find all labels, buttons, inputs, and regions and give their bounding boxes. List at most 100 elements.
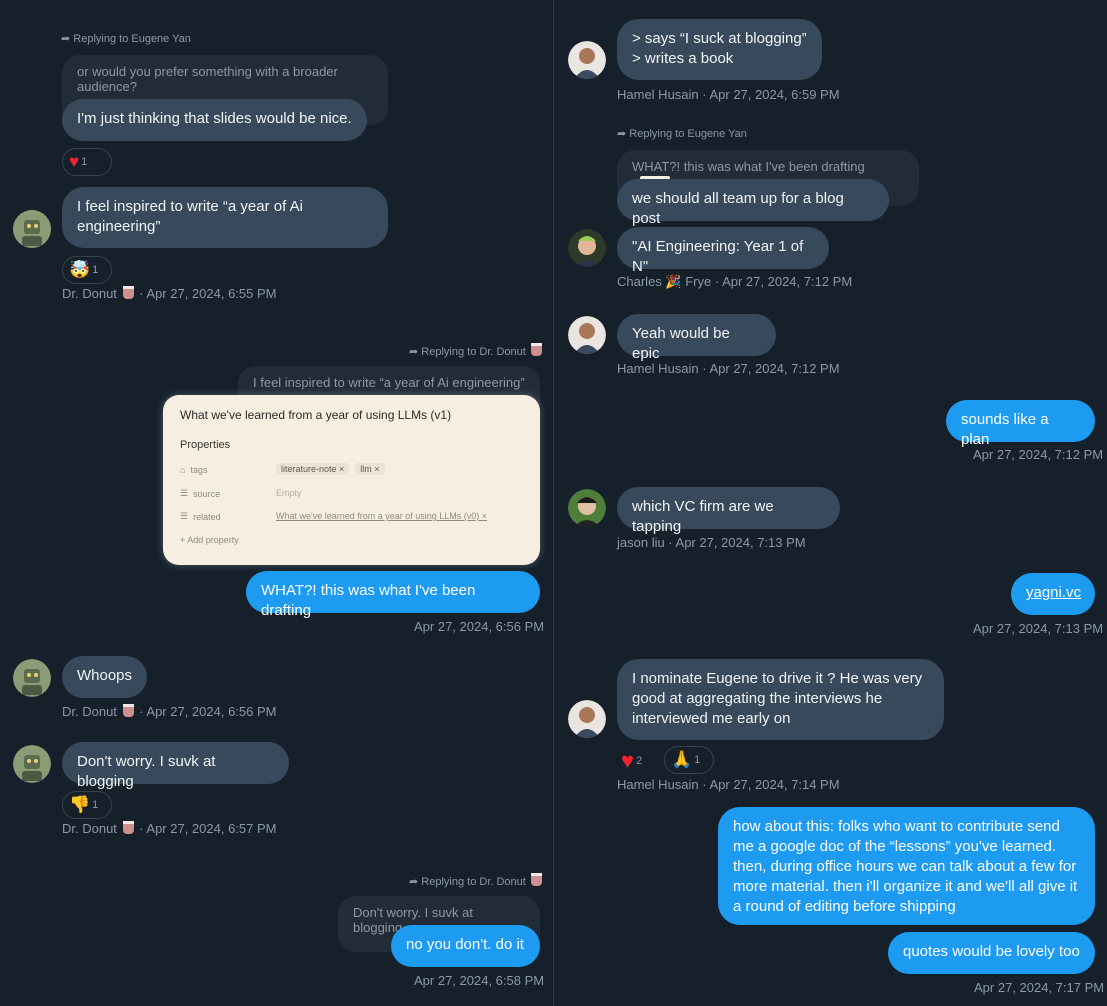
person-avatar-icon [568,229,606,267]
robot-avatar-icon [13,210,51,248]
timestamp: Apr 27, 2024, 7:17 PM [974,980,1105,995]
praying-hands-icon: 🙏 [671,750,693,769]
reaction-praying-hands[interactable]: 🙏 1 [664,746,714,774]
sender-name[interactable]: Dr. Donut [62,704,117,719]
tag-chip: llm × [355,463,385,475]
property-row: ⌂ tags [180,465,207,475]
message-meta: Dr. Donut · Apr 27, 2024, 6:56 PM [62,704,276,719]
reply-arrow-icon: ➦ [617,128,627,140]
message-bubble[interactable]: quotes would be lovely too [888,932,1095,974]
message-bubble[interactable]: "AI Engineering: Year 1 of N" [617,227,829,275]
timestamp: · Apr 27, 2024, 6:57 PM [139,821,277,836]
message-text: I nominate Eugene to drive it ? He was v… [632,670,923,727]
list-icon: ☰ [180,488,189,498]
message-bubble[interactable]: I nominate Eugene to drive it ? He was v… [617,659,944,740]
reaction-heart[interactable]: ♥ 1 [62,148,112,176]
property-key: related [193,511,221,522]
timestamp: Apr 27, 2024, 7:12 PM [973,447,1104,462]
message-bubble[interactable]: I feel inspired to write “a year of Ai e… [62,187,388,248]
message-meta: jason liu · Apr 27, 2024, 7:13 PM [617,535,806,550]
reply-label-text: Replying to Dr. Donut [421,346,526,358]
avatar-dr-donut[interactable] [13,745,51,783]
sender-name[interactable]: Charles [617,274,662,289]
message-bubble[interactable]: WHAT?! this was what I've been drafting [246,571,540,619]
thumbs-down-icon: 👎 [69,795,91,814]
property-value: literature-note × llm × [276,463,385,475]
reaction-mind-blown[interactable]: 🤯 1 [62,256,112,284]
message-meta: Hamel Husain · Apr 27, 2024, 7:14 PM [617,777,840,792]
reply-context: ➦ Replying to Eugene Yan [617,127,747,140]
reply-context: ➦ Replying to Dr. Donut [409,343,544,358]
message-text: no you don't. do it [406,936,524,953]
sender-name[interactable]: Frye [685,274,711,289]
message-text: sounds like a plan [961,411,1049,448]
sender-name[interactable]: Dr. Donut [62,821,117,836]
message-bubble[interactable]: yagni.vc [1011,573,1095,615]
quoted-text: I feel inspired to write “a year of Ai e… [253,375,525,390]
reaction-count: 2 [636,755,643,767]
message-bubble[interactable]: which VC firm are we tapping [617,487,840,535]
message-bubble[interactable]: I'm just thinking that slides would be n… [62,99,367,141]
avatar-hamel-husain[interactable] [568,316,606,354]
avatar-hamel-husain[interactable] [568,41,606,79]
timestamp: Apr 27, 2024, 7:13 PM [973,621,1104,636]
message-bubble[interactable]: no you don't. do it [391,925,540,967]
tag-chip: literature-note × [276,463,350,475]
quoted-text: or would you prefer something with a bro… [77,64,338,94]
cup-icon [530,873,542,886]
properties-heading: Properties [180,439,231,451]
message-bubble[interactable]: sounds like a plan [946,400,1095,448]
avatar-hamel-husain[interactable] [568,700,606,738]
message-text: WHAT?! this was what I've been drafting [261,582,476,619]
message-meta: Dr. Donut · Apr 27, 2024, 6:55 PM [62,286,276,301]
timestamp: · Apr 27, 2024, 7:12 PM [714,274,853,289]
reply-arrow-icon: ➦ [409,346,419,358]
person-avatar-icon [568,316,606,354]
sender-name[interactable]: Dr. Donut [62,286,117,301]
reaction-count: 1 [92,264,99,276]
message-bubble[interactable]: we should all team up for a blog post [617,179,889,227]
message-text: I feel inspired to write “a year of Ai e… [77,198,303,235]
attached-image-notion-page[interactable]: What we've learned from a year of using … [163,395,540,565]
property-row: ☰ source [180,488,220,499]
message-bubble[interactable]: how about this: folks who want to contri… [718,807,1095,925]
message-meta: Charles 🎉 Frye · Apr 27, 2024, 7:12 PM [617,274,852,290]
message-text: we should all team up for a blog post [632,190,844,227]
message-text: which VC firm are we tapping [632,498,774,535]
reaction-thumbs-down[interactable]: 👎 1 [62,791,112,819]
timestamp: Apr 27, 2024, 6:56 PM [414,619,545,634]
list-icon: ☰ [180,511,189,521]
property-row: ☰ related [180,511,221,522]
avatar-dr-donut[interactable] [13,659,51,697]
avatar-charles-frye[interactable] [568,229,606,267]
message-meta: Dr. Donut · Apr 27, 2024, 6:57 PM [62,821,276,836]
heart-icon: ♥ [621,748,635,773]
property-key: tags [190,465,208,475]
message-bubble[interactable]: Don't worry. I suvk at blogging [62,742,289,790]
card-title: What we've learned from a year of using … [180,408,452,422]
party-popper-icon: 🎉 [665,274,682,289]
message-text: Whoops [77,667,133,684]
reaction-count: 1 [694,754,701,766]
cup-icon [122,286,134,299]
message-text: quotes would be lovely too [903,943,1080,960]
avatar-jason-liu[interactable] [568,489,606,527]
message-bubble[interactable]: Yeah would be epic [617,314,776,362]
avatar-dr-donut[interactable] [13,210,51,248]
link-yagni-vc[interactable]: yagni.vc [1026,584,1081,601]
heart-icon: ♥ [69,152,80,171]
message-text: "AI Engineering: Year 1 of N" [632,238,804,275]
reaction-count: 1 [81,156,88,168]
quoted-text: WHAT?! this was what I've been drafting [632,159,865,174]
add-property: + Add property [180,535,239,545]
message-text: how about this: folks who want to contri… [733,818,1078,915]
message-bubble[interactable]: > says “I suck at blogging” > writes a b… [617,19,822,80]
message-bubble[interactable]: Whoops [62,656,147,698]
robot-avatar-icon [13,745,51,783]
reaction-heart[interactable]: ♥ 2 [617,747,661,775]
person-avatar-icon [568,700,606,738]
property-value: What we've learned from a year of using … [276,511,488,521]
column-divider [553,0,554,1006]
property-key: source [193,488,221,499]
reply-label-text: Replying to Dr. Donut [421,876,526,888]
